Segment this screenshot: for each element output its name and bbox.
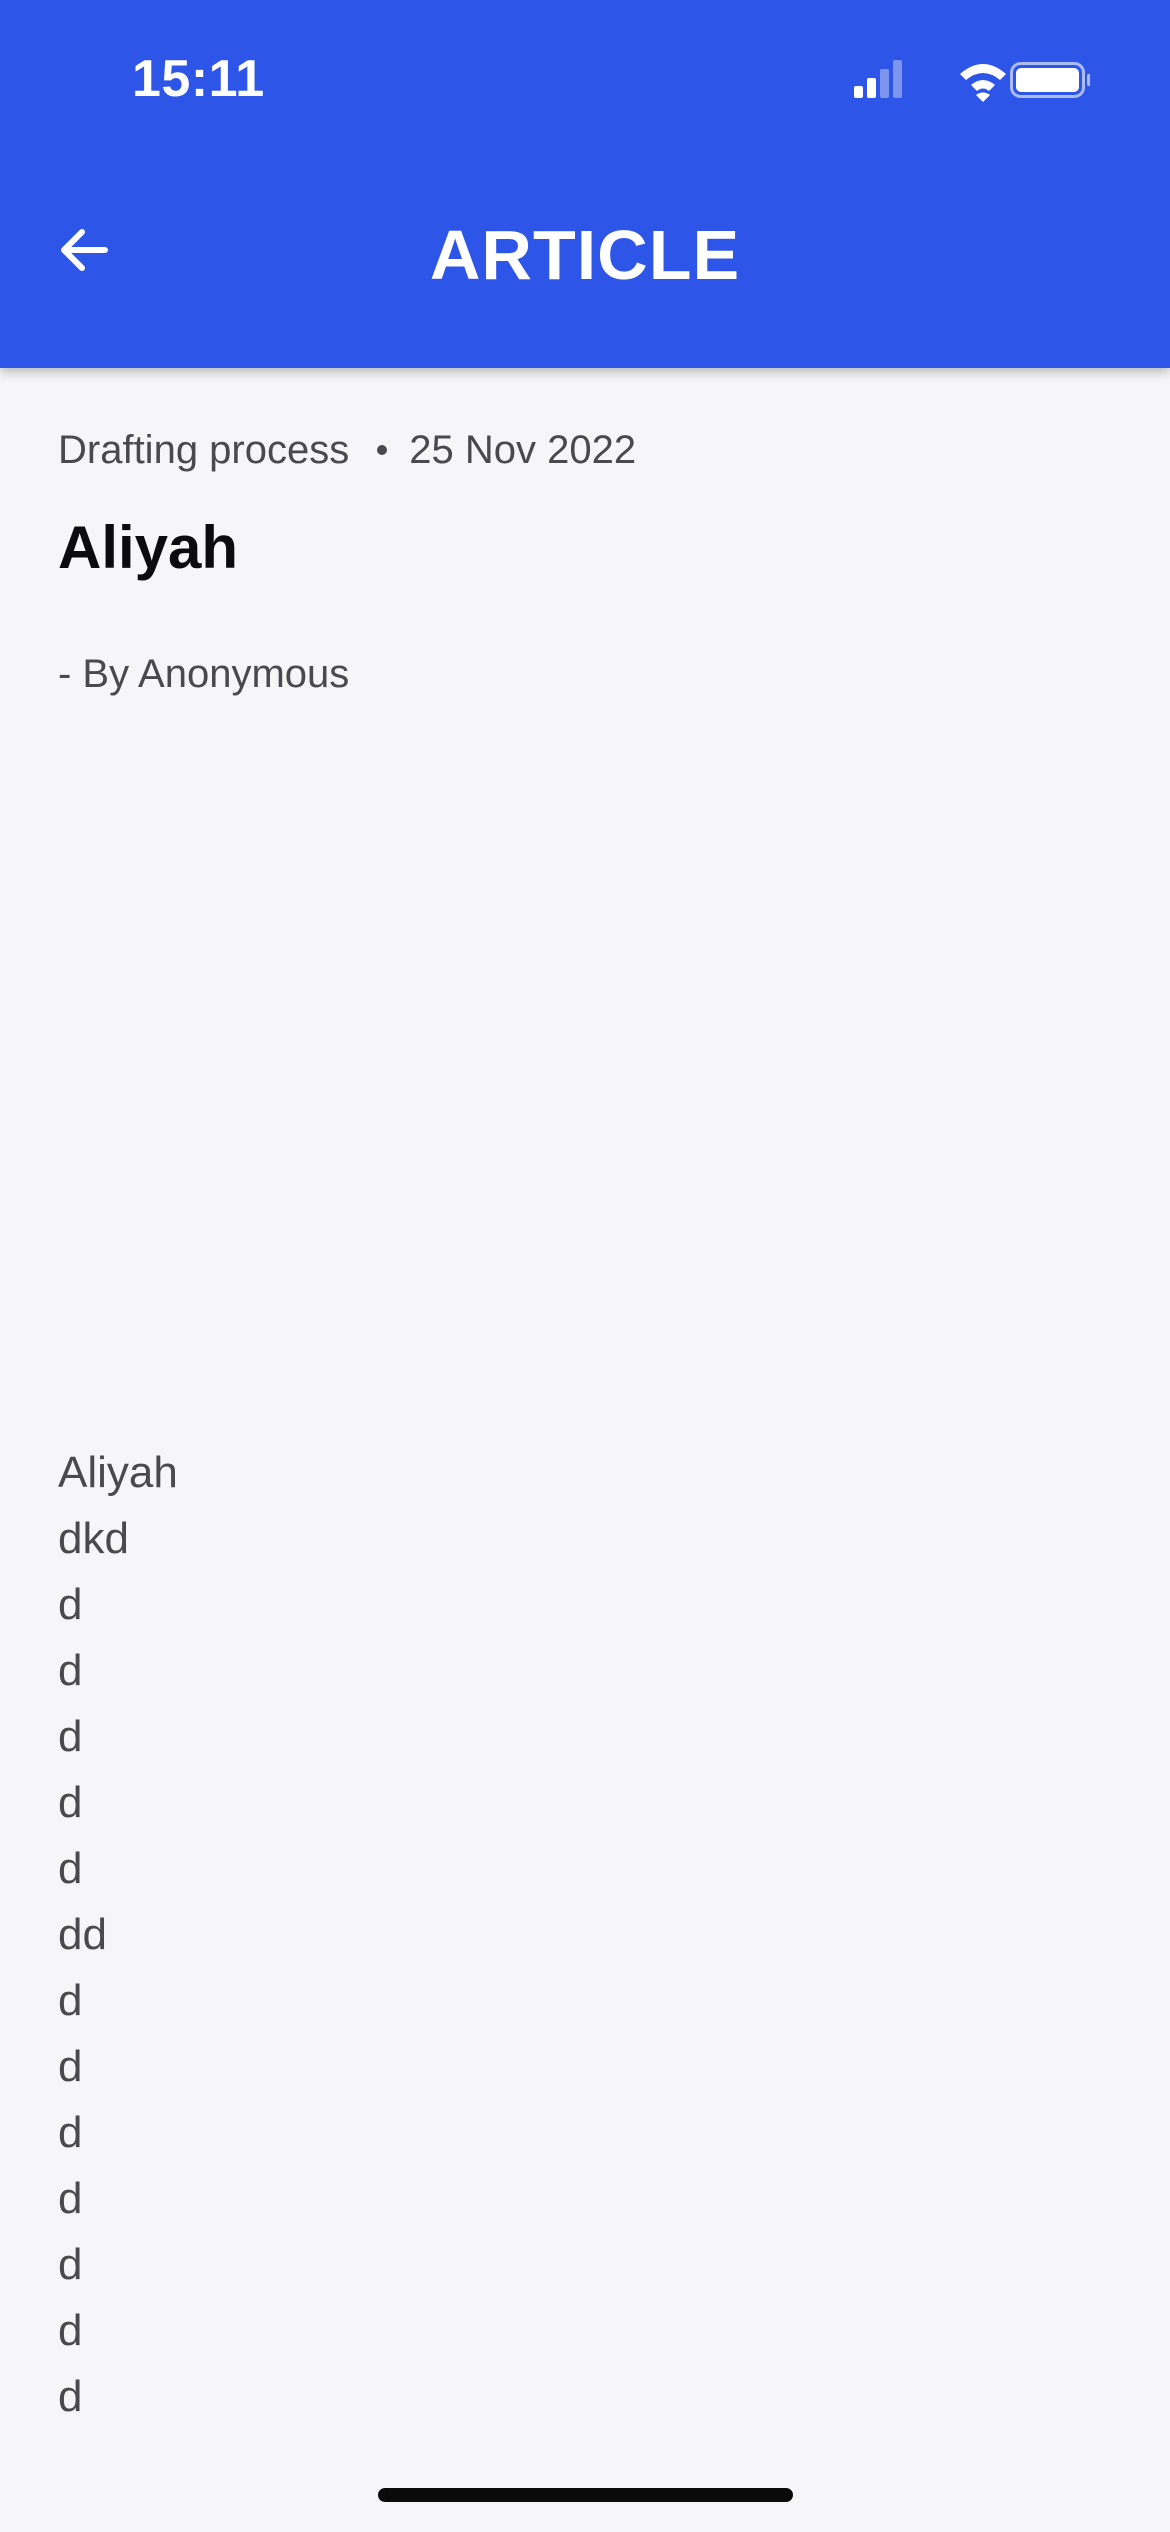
wifi-icon: [960, 64, 1006, 102]
body-line: d: [58, 1976, 83, 2025]
body-line: d: [58, 2240, 83, 2289]
body-line: d: [58, 2042, 83, 2091]
body-line: d: [58, 1646, 83, 1695]
status-time: 15:11: [132, 50, 265, 108]
signal-icon: [854, 60, 902, 98]
status-icons: [854, 60, 1090, 102]
home-indicator[interactable]: [378, 2488, 793, 2502]
article-category: Drafting process: [58, 428, 350, 472]
article-date: 25 Nov 2022: [409, 428, 637, 472]
body-line: d: [58, 2306, 83, 2355]
battery-icon: [1010, 62, 1090, 98]
body-line: d: [58, 1580, 83, 1629]
body-line: Aliyah: [58, 1448, 178, 1497]
article-title: Aliyah: [58, 514, 239, 581]
article-byline: - By Anonymous: [58, 652, 350, 696]
body-line: d: [58, 2174, 83, 2223]
body-line: d: [58, 2108, 83, 2157]
app-header: 15:11 ARTICLE: [0, 0, 1170, 368]
body-line: d: [58, 2372, 83, 2421]
separator-dot: [377, 445, 388, 455]
article-body: Aliyah dkd d d d d d dd d d d d d d d: [58, 1440, 178, 2430]
body-line: dkd: [58, 1514, 129, 1563]
body-line: d: [58, 1844, 83, 1893]
body-line: d: [58, 1778, 83, 1827]
body-line: dd: [58, 1910, 107, 1959]
page-title: ARTICLE: [429, 216, 741, 294]
body-line: d: [58, 1712, 83, 1761]
article-meta: Drafting process 25 Nov 2022: [58, 420, 636, 480]
